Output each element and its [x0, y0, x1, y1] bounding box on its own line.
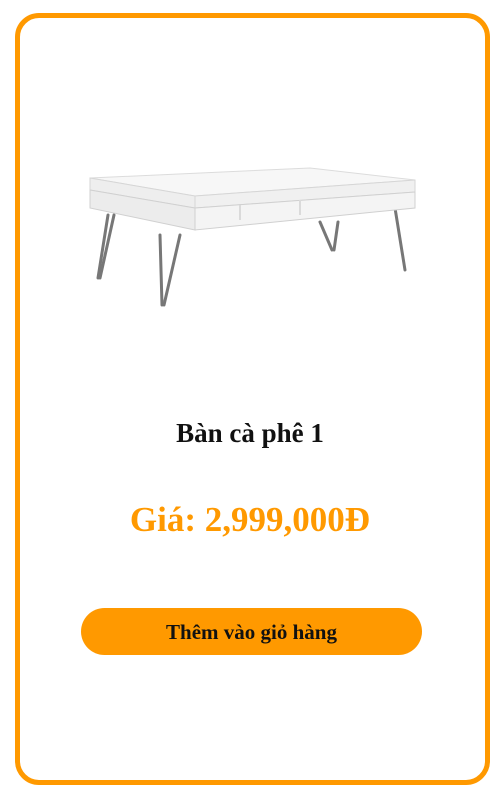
product-card	[15, 13, 490, 785]
price-value: 2,999,000Đ	[204, 500, 371, 539]
coffee-table-image	[89, 167, 416, 307]
product-price: Giá: 2,999,000Đ	[0, 500, 500, 540]
price-label: Giá:	[129, 500, 205, 539]
product-name: Bàn cà phê 1	[176, 418, 324, 448]
add-to-cart-button[interactable]: Thêm vào giỏ hàng	[81, 608, 422, 655]
